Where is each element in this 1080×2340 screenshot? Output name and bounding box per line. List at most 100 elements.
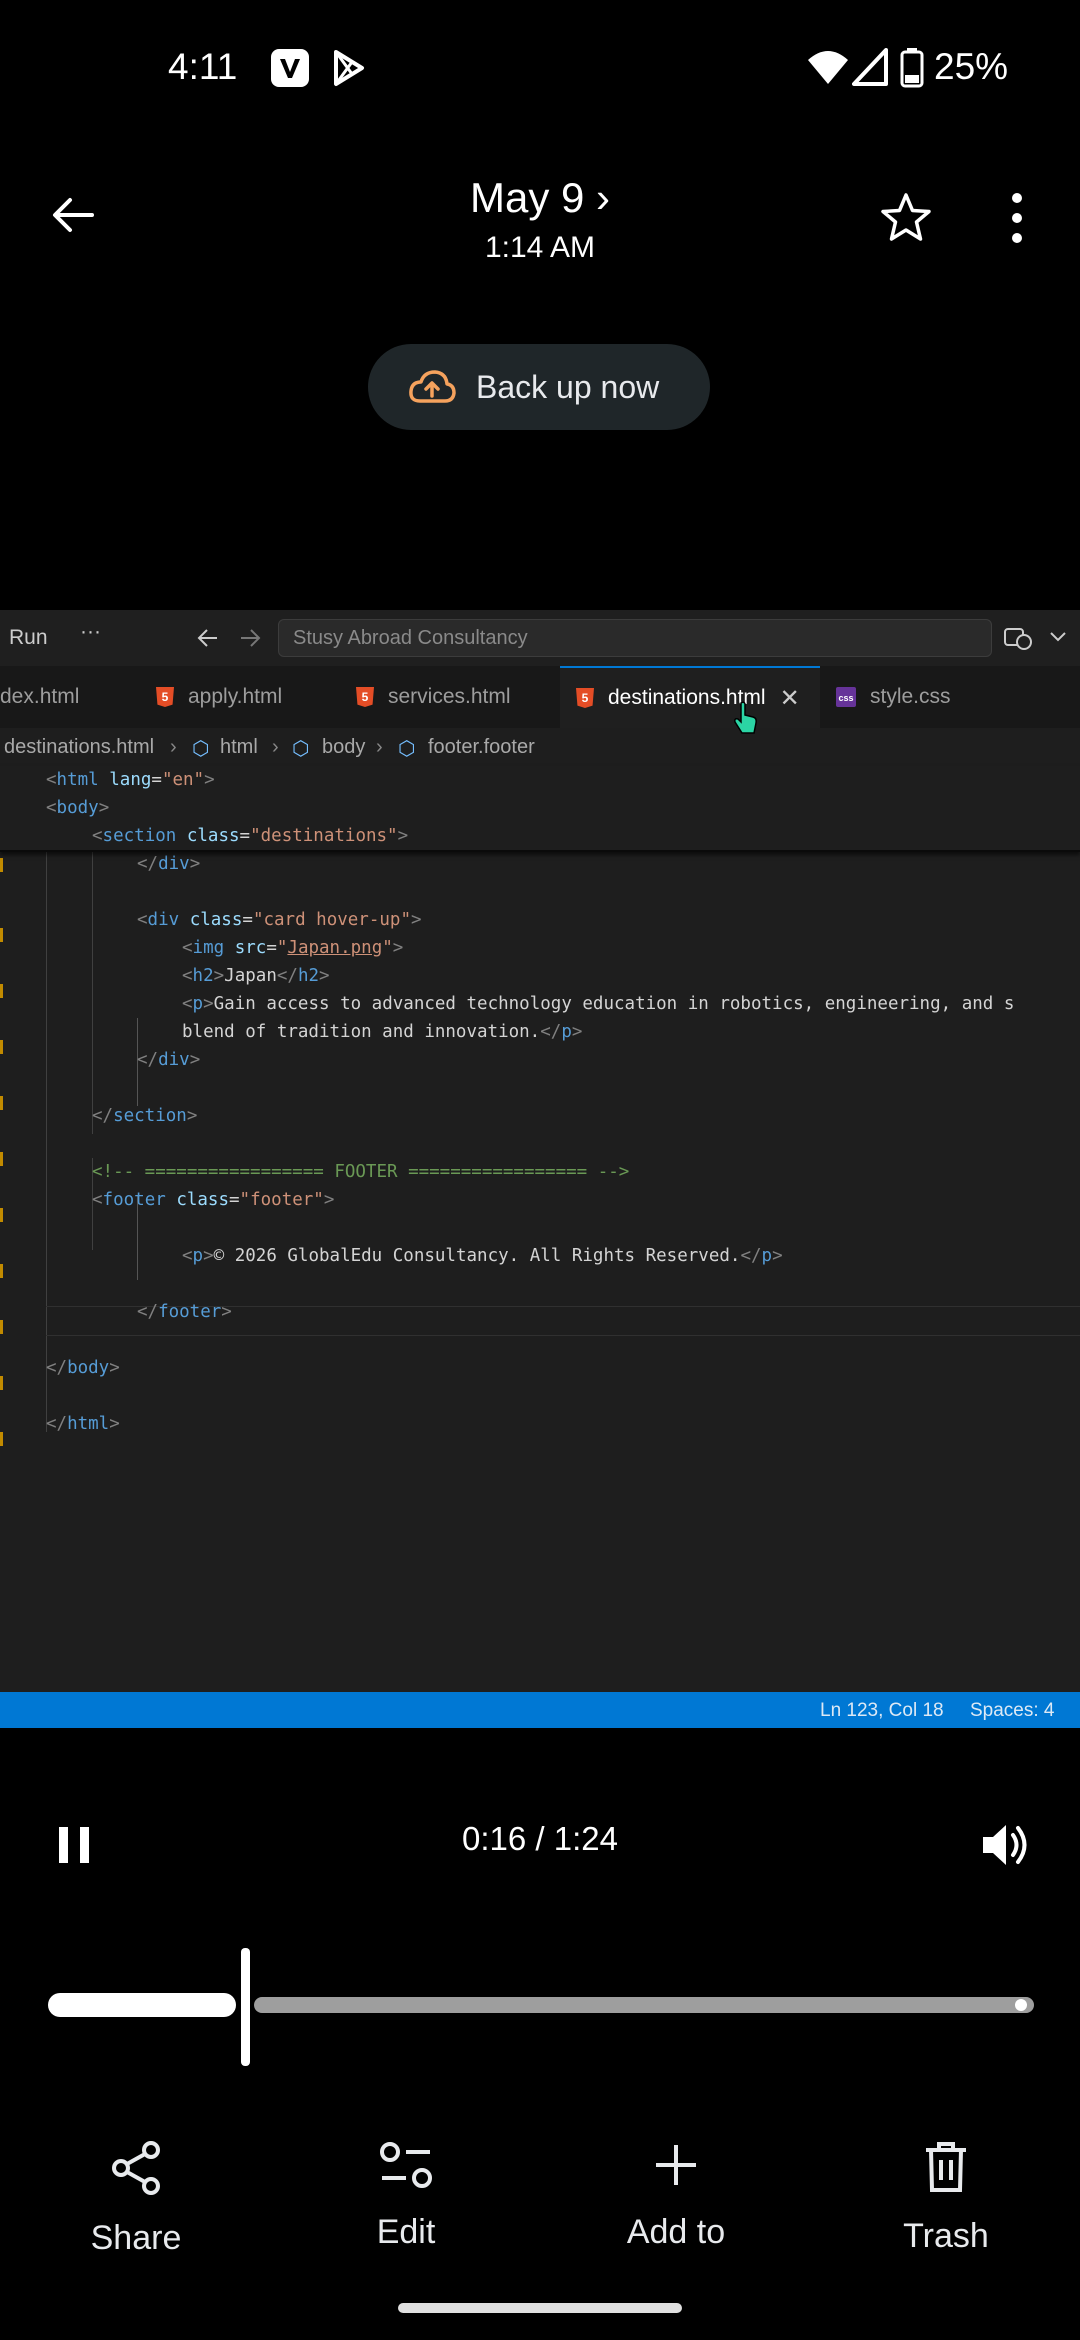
tab-index-html[interactable]: dex.html bbox=[0, 666, 130, 728]
tab-destinations-html[interactable]: 5 destinations.html ✕ bbox=[560, 666, 820, 728]
code-line: blend of tradition and innovation.</p> bbox=[182, 1022, 583, 1042]
chevron-right-icon: › bbox=[170, 736, 177, 758]
status-bar: 4:11 25% bbox=[0, 0, 1080, 140]
css-file-icon: css bbox=[836, 687, 856, 707]
close-tab-icon[interactable]: ✕ bbox=[780, 684, 800, 713]
code-line: <!-- ================= FOOTER ==========… bbox=[92, 1162, 630, 1182]
html5-icon: 5 bbox=[156, 687, 174, 707]
add-to-label: Add to bbox=[626, 2213, 726, 2251]
add-to-button[interactable]: Add to bbox=[576, 2140, 776, 2252]
seek-track[interactable] bbox=[254, 1997, 1034, 2013]
seek-progress bbox=[48, 1993, 236, 2017]
editor-status-bar: Ln 123, Col 18 Spaces: 4 bbox=[0, 1692, 1080, 1728]
pause-icon bbox=[59, 1827, 89, 1863]
code-line: <h2>Japan</h2> bbox=[182, 966, 330, 986]
tab-label: apply.html bbox=[188, 685, 283, 708]
trash-label: Trash bbox=[903, 2217, 989, 2255]
editor-title-bar: Run ··· Stusy Abroad Consultancy bbox=[0, 610, 1080, 667]
seek-end-dot bbox=[1015, 1999, 1027, 2011]
battery-icon bbox=[900, 48, 924, 93]
play-store-icon bbox=[328, 48, 368, 93]
code-line: </body> bbox=[46, 1358, 120, 1378]
more-options-button[interactable] bbox=[1000, 190, 1034, 251]
photo-date[interactable]: May 9 › bbox=[360, 170, 720, 226]
indentation[interactable]: Spaces: 4 bbox=[970, 1700, 1055, 1722]
battery-percent: 25% bbox=[934, 46, 1009, 87]
back-arrow-icon bbox=[53, 198, 94, 232]
edit-sliders-icon bbox=[380, 2142, 432, 2188]
copilot-icon[interactable] bbox=[1003, 624, 1033, 657]
code-line: <footer class="footer"> bbox=[92, 1190, 335, 1210]
element-icon: ⬡ bbox=[398, 738, 416, 760]
star-icon bbox=[881, 193, 931, 241]
breadcrumb: destinations.html › ⬡ html › ⬡ body › ⬡ … bbox=[0, 728, 1080, 766]
breadcrumb-file[interactable]: destinations.html bbox=[4, 736, 154, 759]
chevron-right-icon: › bbox=[272, 736, 279, 758]
pause-button[interactable] bbox=[56, 1824, 92, 1871]
cursor-position[interactable]: Ln 123, Col 18 bbox=[820, 1700, 944, 1722]
nav-back-icon[interactable] bbox=[196, 624, 220, 657]
edit-label: Edit bbox=[376, 2213, 436, 2251]
breadcrumb-body[interactable]: body bbox=[322, 736, 365, 759]
command-center-search[interactable]: Stusy Abroad Consultancy bbox=[278, 619, 992, 657]
code-line: <p>© 2026 GlobalEdu Consultancy. All Rig… bbox=[182, 1246, 783, 1266]
share-icon bbox=[112, 2141, 160, 2195]
code-editor[interactable]: </div> <div class="card hover-up"> <img … bbox=[0, 766, 1080, 1692]
tab-services-html[interactable]: 5 services.html bbox=[356, 666, 556, 728]
seek-handle[interactable] bbox=[241, 1948, 250, 2066]
chevron-right-icon: › bbox=[376, 736, 383, 758]
sticky-scroll-header[interactable]: <html lang="en"> <body> <section class="… bbox=[0, 766, 1080, 852]
html5-icon: 5 bbox=[356, 687, 374, 707]
tab-label: style.css bbox=[870, 685, 951, 708]
volume-icon bbox=[983, 1825, 1027, 1865]
clock: 4:11 bbox=[168, 46, 238, 87]
tab-apply-html[interactable]: 5 apply.html bbox=[156, 666, 346, 728]
tab-style-css[interactable]: css style.css bbox=[836, 666, 1006, 728]
more-menu[interactable]: ··· bbox=[80, 620, 101, 644]
volume-button[interactable] bbox=[980, 1822, 1030, 1873]
element-icon: ⬡ bbox=[192, 738, 210, 760]
trash-icon bbox=[926, 2142, 966, 2192]
code-line: <section class="destinations"> bbox=[92, 826, 409, 846]
html5-icon: 5 bbox=[576, 688, 594, 708]
cloud-upload-icon bbox=[409, 370, 456, 403]
chevron-down-icon[interactable] bbox=[1048, 628, 1068, 649]
code-line: <p>Gain access to advanced technology ed… bbox=[182, 994, 1015, 1014]
code-line: </div> bbox=[137, 1050, 201, 1070]
photo-time: 1:14 AM bbox=[484, 231, 596, 264]
playback-time: 0:16 / 1:24 bbox=[462, 1820, 618, 1857]
wifi-icon bbox=[806, 48, 850, 91]
back-button[interactable] bbox=[48, 190, 98, 240]
code-line: <html lang="en"> bbox=[46, 770, 215, 790]
home-indicator[interactable] bbox=[398, 2303, 682, 2313]
code-line: </html> bbox=[46, 1414, 120, 1434]
back-up-now-label: Back up now bbox=[476, 368, 660, 405]
more-vert-icon bbox=[1012, 193, 1022, 243]
code-line: <img src="Japan.png"> bbox=[182, 938, 404, 958]
edit-button[interactable]: Edit bbox=[306, 2140, 506, 2252]
code-line: <body> bbox=[46, 798, 110, 818]
code-line: </div> bbox=[137, 854, 201, 874]
code-line: </footer> bbox=[137, 1302, 232, 1322]
code-line: </section> bbox=[92, 1106, 198, 1126]
share-label: Share bbox=[90, 2219, 182, 2257]
hand-cursor-icon bbox=[732, 700, 760, 741]
video-frame: Run ··· Stusy Abroad Consultancy dex.htm… bbox=[0, 610, 1080, 1728]
favorite-button[interactable] bbox=[878, 190, 934, 251]
editor-tabs: dex.html 5 apply.html 5 services.html 5 … bbox=[0, 666, 1080, 728]
back-up-now-button[interactable]: Back up now bbox=[368, 344, 710, 430]
nav-forward-icon[interactable] bbox=[238, 624, 262, 657]
breadcrumb-html[interactable]: html bbox=[220, 736, 258, 759]
tab-label: dex.html bbox=[0, 685, 80, 708]
photo-date-header[interactable]: May 9 › 1:14 AM bbox=[360, 170, 720, 270]
code-line: <div class="card hover-up"> bbox=[137, 910, 422, 930]
trash-button[interactable]: Trash bbox=[846, 2140, 1046, 2256]
signal-icon bbox=[852, 48, 888, 91]
vpn-app-icon bbox=[270, 48, 310, 93]
breadcrumb-footer[interactable]: footer.footer bbox=[428, 736, 535, 759]
run-menu[interactable]: Run bbox=[9, 626, 48, 650]
share-button[interactable]: Share bbox=[36, 2140, 236, 2258]
element-icon: ⬡ bbox=[292, 738, 310, 760]
tab-label: services.html bbox=[388, 685, 511, 708]
plus-icon bbox=[656, 2145, 696, 2185]
